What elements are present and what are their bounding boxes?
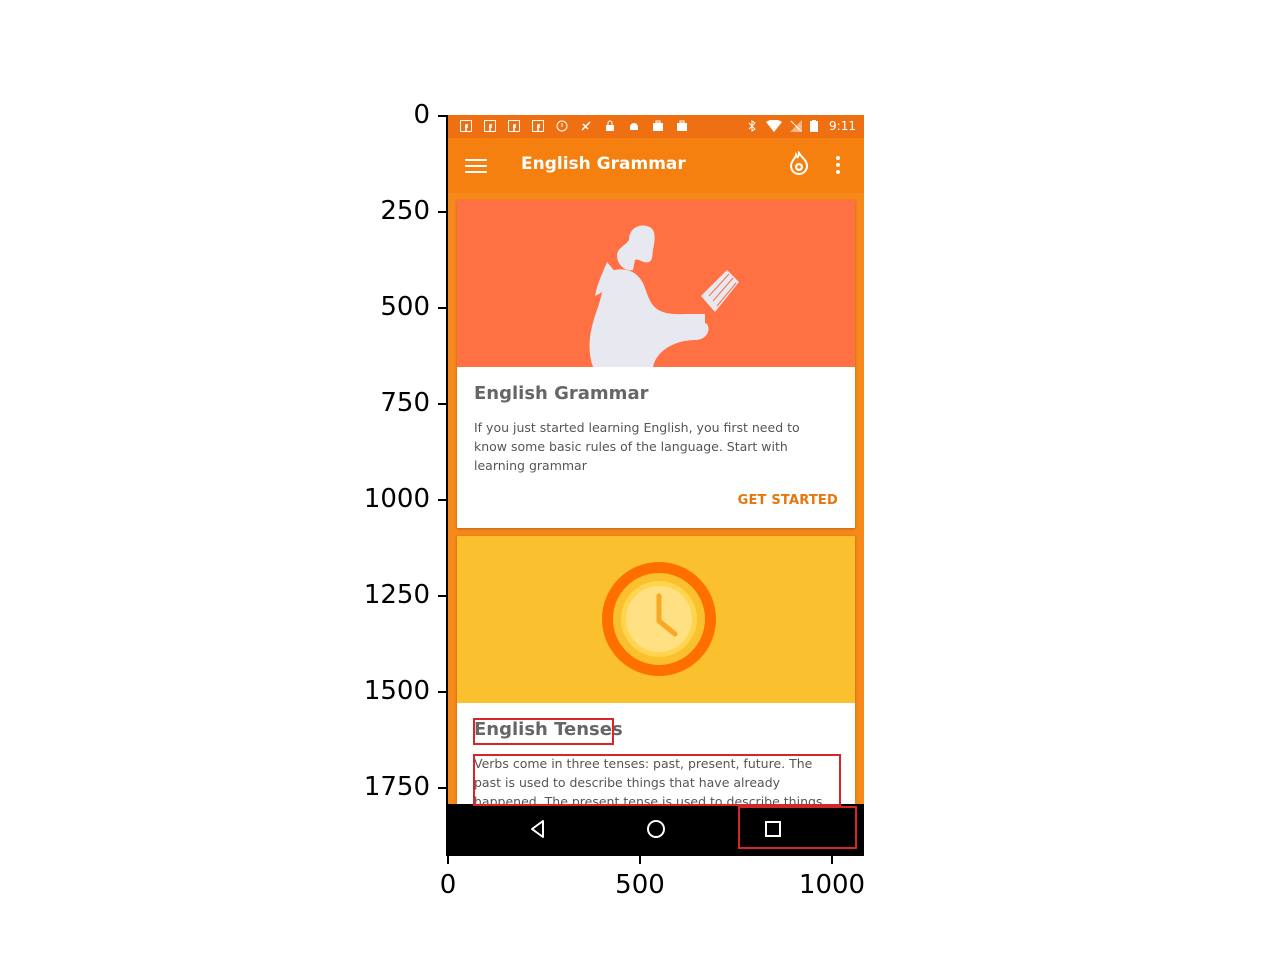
app-title: English Grammar: [521, 154, 686, 174]
y-tick: [438, 307, 447, 309]
briefcase-icon: [652, 120, 664, 132]
back-icon[interactable]: [526, 816, 552, 842]
y-tick: [438, 691, 447, 693]
card-hero-grammar: [457, 200, 855, 367]
y-tick-label: 1500: [363, 676, 430, 706]
y-tick-label: 750: [380, 388, 430, 418]
card-hero-tenses: [457, 536, 855, 703]
menu-icon[interactable]: [465, 155, 487, 177]
reading-woman-illustration: [589, 225, 739, 367]
y-tick: [438, 115, 447, 117]
card-english-tenses[interactable]: English Tenses Verbs come in three tense…: [457, 536, 855, 836]
x-axis-line: [446, 854, 864, 856]
card-title: English Grammar: [474, 383, 649, 404]
flame-badge-icon[interactable]: [786, 150, 812, 177]
home-icon[interactable]: [643, 816, 669, 842]
status-time: 9:11: [829, 119, 856, 133]
x-tick: [639, 855, 641, 864]
card-title: English Tenses: [474, 719, 623, 740]
y-tick-label: 1250: [363, 580, 430, 610]
y-tick-label: 250: [380, 196, 430, 226]
y-tick-label: 1000: [363, 484, 430, 514]
y-tick: [438, 499, 447, 501]
y-tick: [438, 211, 447, 213]
clock-illustration: [602, 562, 716, 676]
y-tick-label: 1750: [363, 772, 430, 802]
y-tick: [438, 787, 447, 789]
no-location-icon: [580, 120, 592, 132]
y-tick: [438, 595, 447, 597]
facebook-icon: [484, 120, 496, 132]
more-vert-icon[interactable]: [836, 156, 842, 176]
lock-icon: [604, 120, 616, 132]
recents-icon[interactable]: [760, 816, 786, 842]
x-tick-label: 1000: [798, 870, 866, 900]
info-icon: [556, 120, 568, 132]
facebook-icon: [532, 120, 544, 132]
wifi-icon: [766, 119, 782, 132]
x-tick-label: 500: [615, 870, 665, 900]
y-tick-label: 0: [413, 100, 430, 130]
navigation-bar: [448, 804, 864, 854]
bluetooth-icon: [746, 120, 758, 132]
android-icon: [628, 120, 640, 132]
card-description: If you just started learning English, yo…: [474, 420, 800, 473]
briefcase-icon: [676, 120, 688, 132]
y-tick: [438, 403, 447, 405]
battery-icon: [810, 120, 818, 132]
facebook-icon: [508, 120, 520, 132]
get-started-button[interactable]: GET STARTED: [738, 493, 838, 508]
x-tick-label: 0: [439, 870, 457, 900]
phone-screen: 9:11 English Grammar English Grammar If …: [448, 115, 864, 854]
x-tick: [447, 855, 449, 864]
status-bar: 9:11: [448, 115, 864, 138]
app-bar: English Grammar: [448, 138, 864, 193]
card-english-grammar[interactable]: English Grammar If you just started lear…: [457, 200, 855, 528]
y-tick-label: 500: [380, 292, 430, 322]
no-signal-icon: [790, 120, 802, 132]
x-tick: [831, 855, 833, 864]
facebook-icon: [460, 120, 472, 132]
